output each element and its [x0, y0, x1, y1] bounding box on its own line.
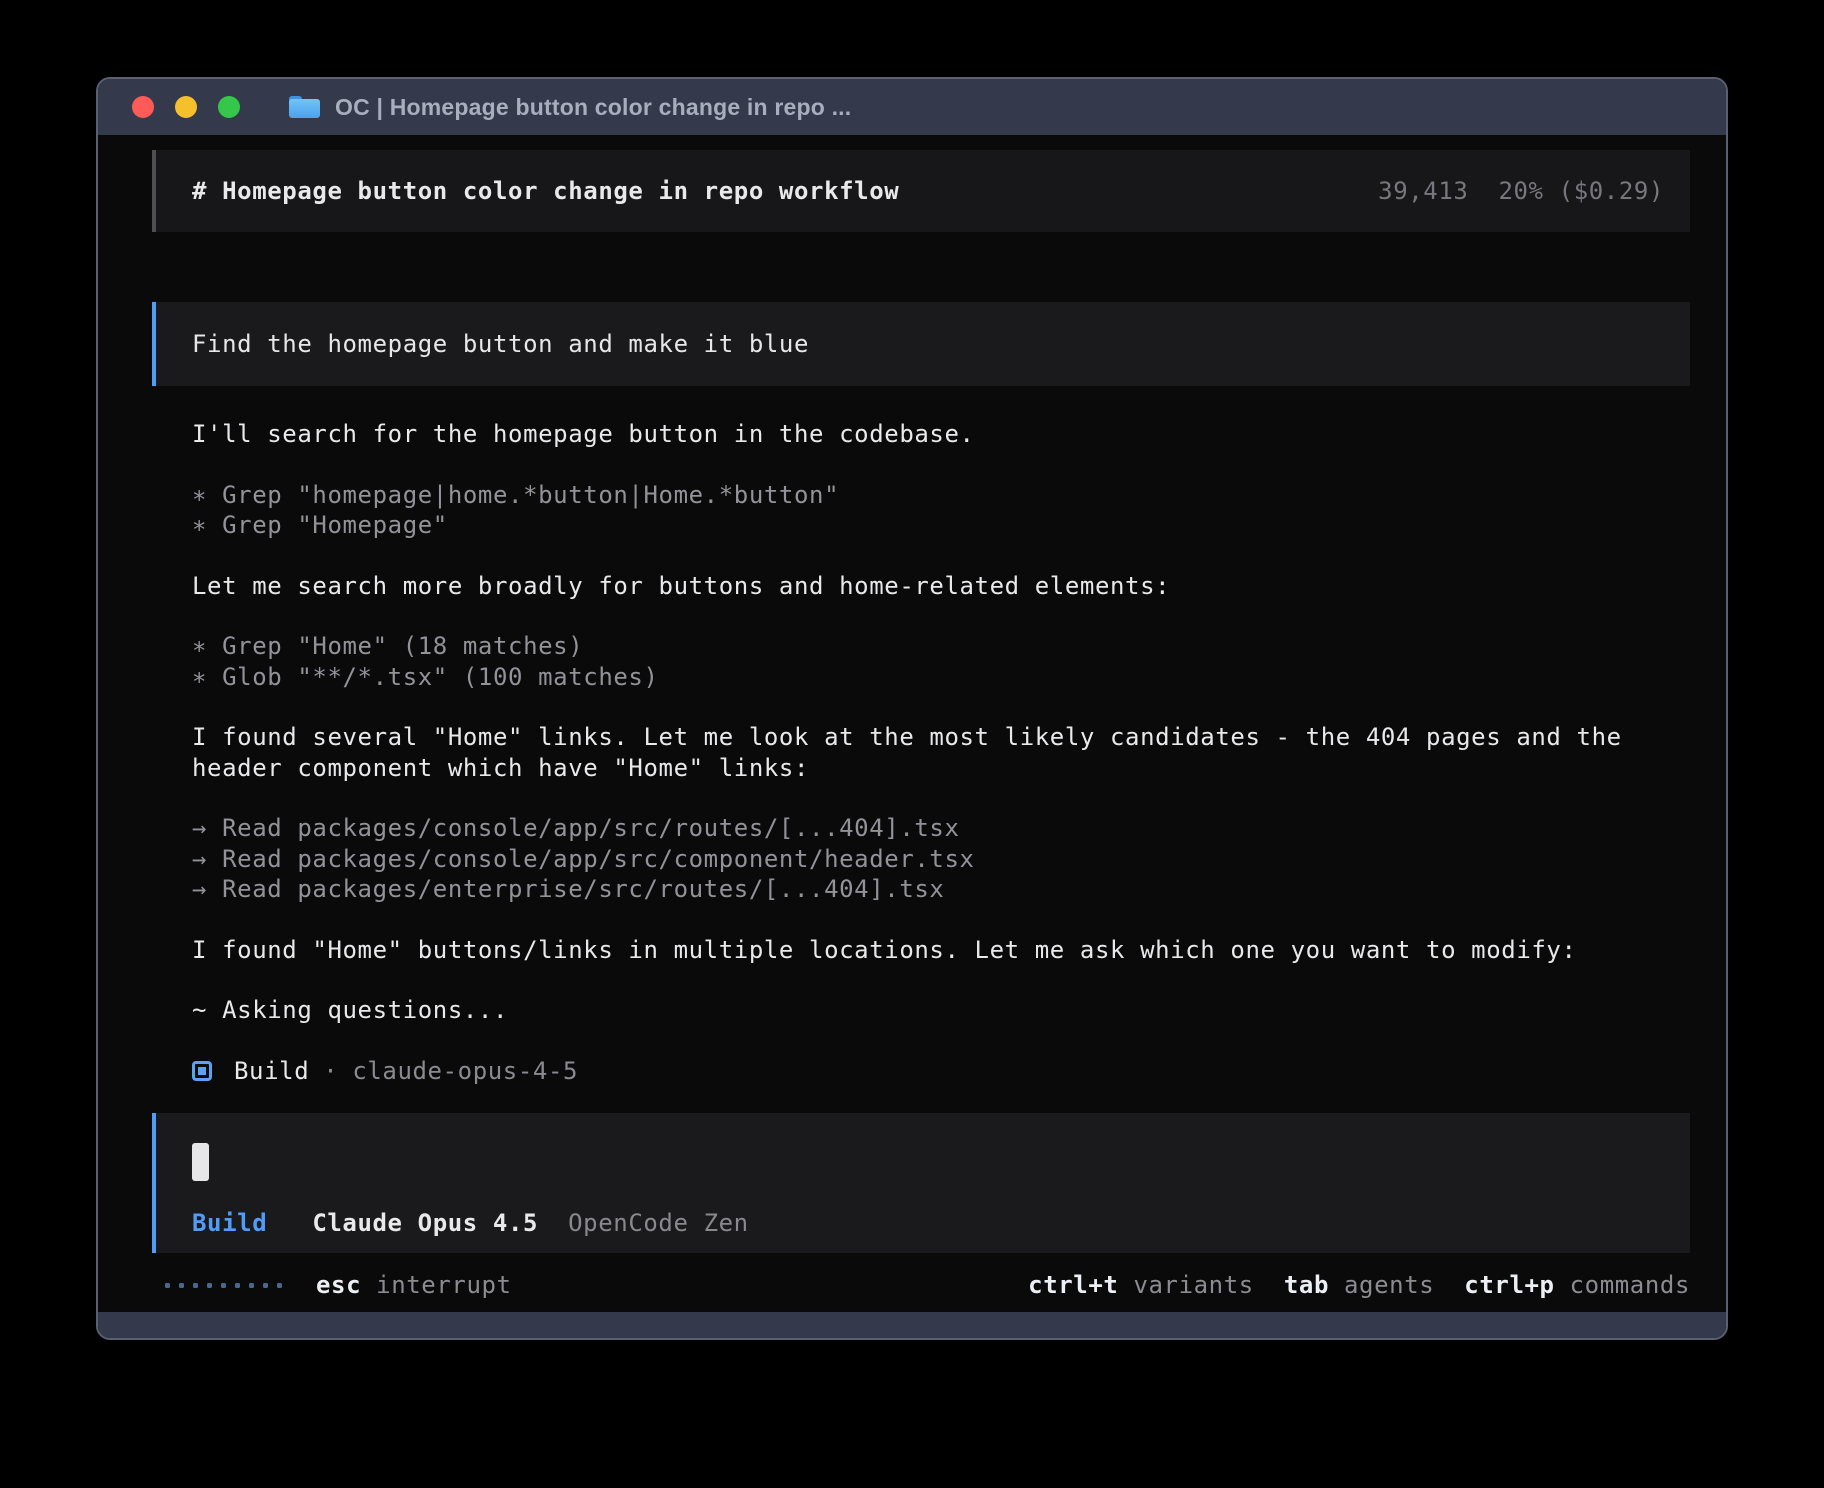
provider-label: OpenCode Zen: [568, 1209, 749, 1237]
terminal-window: OC | Homepage button color change in rep…: [96, 77, 1728, 1340]
window-bottom-edge: [98, 1312, 1726, 1338]
spinner-dot: [165, 1283, 170, 1288]
token-count: 39,413: [1378, 177, 1468, 205]
zoom-button[interactable]: [218, 96, 240, 118]
tool-call-glob: ∗ Glob "**/*.tsx" (100 matches): [192, 662, 1690, 693]
status-left: esc interrupt: [165, 1271, 512, 1299]
status-bar: esc interrupt ctrl+tvariants tabagents c…: [152, 1270, 1690, 1300]
hint-variants: ctrl+tvariants: [1028, 1271, 1254, 1299]
prompt-meta: Build Claude Opus 4.5 OpenCode Zen: [192, 1209, 1664, 1237]
tool-call-read: → Read packages/console/app/src/routes/[…: [192, 813, 1690, 844]
user-message: Find the homepage button and make it blu…: [152, 302, 1690, 386]
model-name: claude-opus-4-5: [352, 1057, 578, 1085]
active-model-label[interactable]: Claude Opus 4.5: [312, 1209, 538, 1237]
spinner-dot: [207, 1283, 212, 1288]
agent-icon: [192, 1061, 212, 1081]
context-cost: 20% ($0.29): [1498, 177, 1664, 205]
tool-call-read: → Read packages/console/app/src/componen…: [192, 844, 1690, 875]
traffic-lights: [132, 96, 261, 118]
esc-label: interrupt: [376, 1271, 511, 1299]
tool-calls: ∗ Grep "homepage|home.*button|Home.*butt…: [192, 480, 1690, 541]
session-header: # Homepage button color change in repo w…: [152, 150, 1690, 232]
session-stats: 39,413 20% ($0.29): [1378, 177, 1664, 205]
spinner-dot: [193, 1283, 198, 1288]
assistant-text: Let me search more broadly for buttons a…: [192, 571, 1690, 602]
spinner-dot: [235, 1283, 240, 1288]
session-view: # Homepage button color change in repo w…: [98, 135, 1726, 1312]
agent-name: Build: [234, 1057, 309, 1085]
spinner-dot: [221, 1283, 226, 1288]
agent-mode-label[interactable]: Build: [192, 1209, 267, 1237]
tool-calls: → Read packages/console/app/src/routes/[…: [192, 813, 1690, 905]
tool-call-read: → Read packages/enterprise/src/routes/[.…: [192, 874, 1690, 905]
user-message-text: Find the homepage button and make it blu…: [192, 330, 809, 358]
tool-call-grep: ∗ Grep "homepage|home.*button|Home.*butt…: [192, 480, 1690, 511]
minimize-button[interactable]: [175, 96, 197, 118]
spinner-dot: [277, 1283, 282, 1288]
assistant-transcript: I'll search for the homepage button in t…: [192, 419, 1690, 1026]
window-title: OC | Homepage button color change in rep…: [335, 94, 851, 121]
spinner-dot: [179, 1283, 184, 1288]
assistant-status: ~ Asking questions...: [192, 995, 1690, 1026]
assistant-text: I'll search for the homepage button in t…: [192, 419, 1690, 450]
assistant-text: I found several "Home" links. Let me loo…: [192, 722, 1690, 783]
text-cursor: [192, 1143, 209, 1181]
prompt-input[interactable]: Build Claude Opus 4.5 OpenCode Zen: [152, 1113, 1690, 1253]
close-button[interactable]: [132, 96, 154, 118]
status-right: ctrl+tvariants tabagents ctrl+pcommands: [998, 1271, 1690, 1299]
agent-status-line: Build · claude-opus-4-5: [192, 1056, 1690, 1087]
spinner-dot: [263, 1283, 268, 1288]
spinner-dots: [165, 1283, 291, 1288]
folder-icon: [289, 96, 320, 118]
assistant-text: I found "Home" buttons/links in multiple…: [192, 935, 1690, 966]
titlebar[interactable]: OC | Homepage button color change in rep…: [98, 79, 1726, 135]
hint-commands: ctrl+pcommands: [1464, 1271, 1690, 1299]
hint-agents: tabagents: [1284, 1271, 1434, 1299]
tool-call-grep: ∗ Grep "Homepage": [192, 510, 1690, 541]
tool-calls: ∗ Grep "Home" (18 matches) ∗ Glob "**/*.…: [192, 631, 1690, 692]
separator-dot: ·: [323, 1057, 338, 1085]
session-title: # Homepage button color change in repo w…: [192, 177, 899, 205]
tool-call-grep: ∗ Grep "Home" (18 matches): [192, 631, 1690, 662]
spinner-dot: [249, 1283, 254, 1288]
esc-key: esc: [316, 1271, 361, 1299]
